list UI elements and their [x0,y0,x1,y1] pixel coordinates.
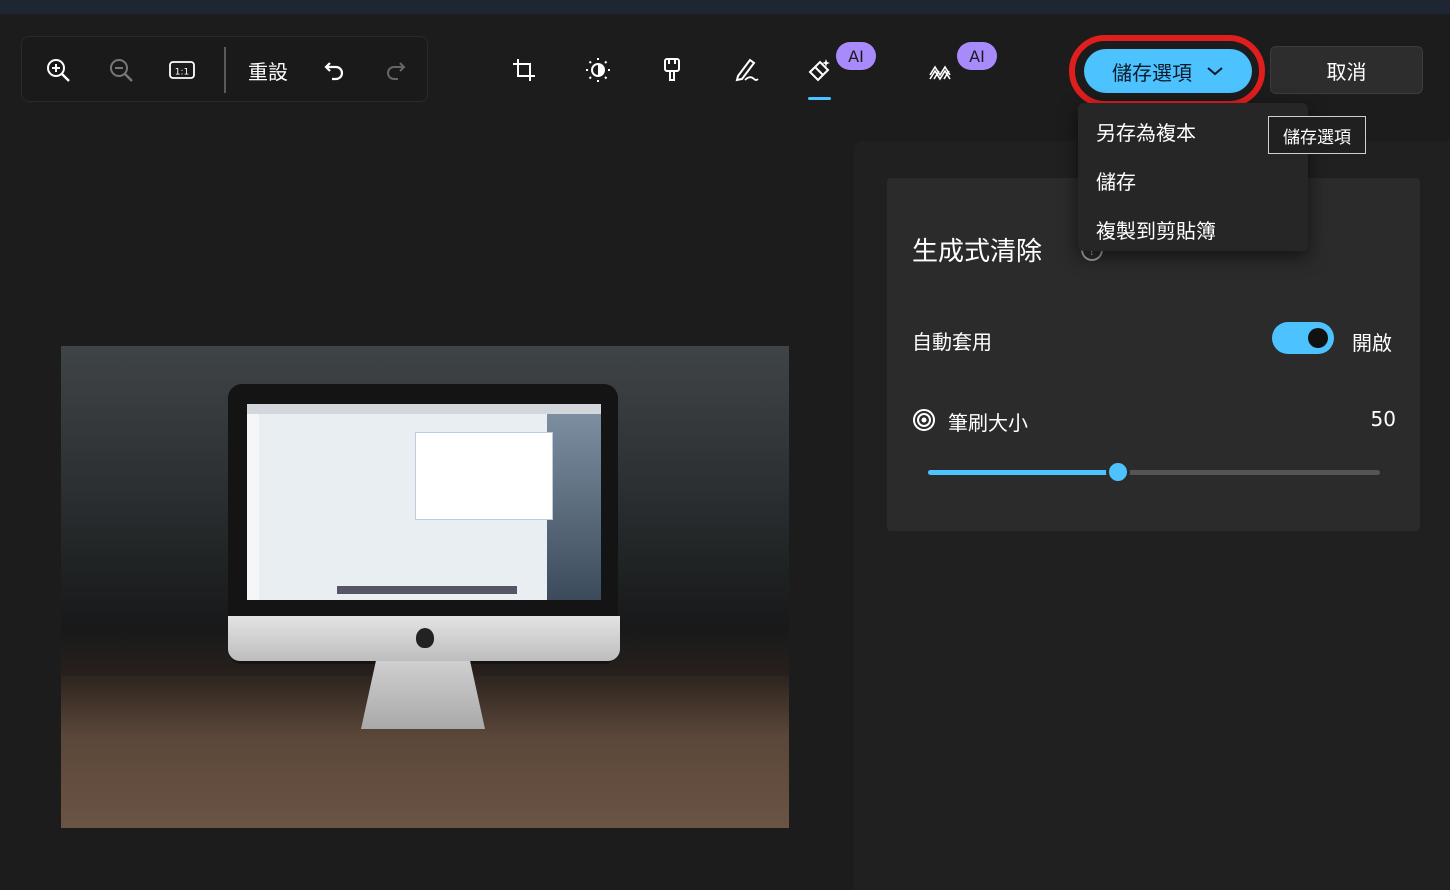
save-options-button[interactable]: 儲存選項 [1084,49,1252,93]
filter-icon[interactable] [652,50,692,90]
toggle-knob [1308,328,1328,348]
toolbar-divider [224,47,226,93]
screen-wallpaper [547,414,601,600]
brightness-icon[interactable] [578,50,618,90]
zoom-in-icon[interactable] [44,56,72,84]
slider-thumb[interactable] [1105,460,1130,484]
chevron-down-icon [1207,67,1223,76]
save-options-label: 儲存選項 [1112,60,1192,85]
cancel-button[interactable]: 取消 [1270,46,1423,94]
menu-item-save[interactable]: 儲存 [1096,166,1136,195]
undo-icon[interactable] [322,57,348,83]
photo-canvas[interactable] [61,346,789,828]
brush-size-icon [913,409,935,431]
screen-sidebar [247,414,259,600]
panel-title: 生成式清除 [912,237,1043,267]
photo-imac-screen [247,404,601,600]
auto-apply-label: 自動套用 [912,330,992,354]
screen-dialog [415,432,553,520]
slider-fill [928,470,1118,475]
generative-erase-icon[interactable] [800,50,840,90]
apple-logo-icon [416,628,434,648]
brush-size-label: 筆刷大小 [948,411,1028,435]
ai-badge: AI [957,42,997,70]
svg-text:1:1: 1:1 [175,68,189,78]
screen-dock [337,586,517,594]
brush-size-slider[interactable] [928,470,1380,475]
photo-imac-stand [361,661,485,729]
window-top-strip [0,0,1450,14]
reset-button[interactable]: 重設 [248,56,288,85]
background-blur-icon[interactable] [922,50,962,90]
menu-item-save-copy[interactable]: 另存為複本 [1096,117,1196,146]
redo-icon[interactable] [382,57,408,83]
auto-apply-toggle[interactable] [1272,322,1334,354]
brush-size-value: 50 [1370,407,1396,431]
screen-titlebar [247,404,601,414]
ai-badge: AI [836,42,876,70]
save-options-tooltip: 儲存選項 [1268,116,1366,154]
actual-size-icon[interactable]: 1:1 [168,59,196,81]
auto-apply-state: 開啟 [1352,331,1392,355]
zoom-out-icon[interactable] [107,56,135,84]
menu-item-copy-clipboard[interactable]: 複製到剪貼簿 [1096,215,1216,244]
markup-icon[interactable] [726,50,766,90]
active-tool-indicator [808,97,831,100]
crop-icon[interactable] [504,50,544,90]
zoom-toolbar: 1:1 重設 [21,36,428,102]
